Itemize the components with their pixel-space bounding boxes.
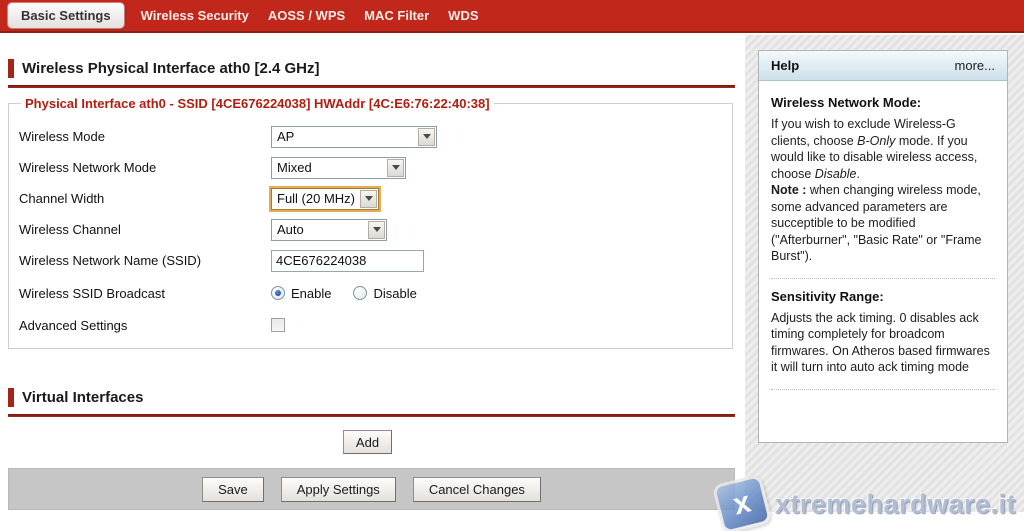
ssid-broadcast-radio-group: Enable Disable bbox=[271, 286, 439, 301]
enable-radio-label[interactable]: Enable bbox=[291, 286, 331, 301]
section-header-virtual-interfaces: Virtual Interfaces bbox=[8, 388, 143, 407]
apply-settings-button[interactable]: Apply Settings bbox=[281, 477, 396, 502]
wireless-mode-label: Wireless Mode bbox=[19, 129, 271, 144]
help-more-link[interactable]: more... bbox=[955, 58, 995, 73]
help-divider bbox=[771, 389, 995, 390]
add-button-container: Add bbox=[0, 430, 735, 454]
channel-width-value: Full (20 MHz) bbox=[272, 191, 355, 206]
wireless-channel-label: Wireless Channel bbox=[19, 222, 271, 237]
ssid-row: Wireless Network Name (SSID) bbox=[19, 245, 732, 276]
help-note-label: Note : bbox=[771, 183, 806, 197]
help-topic2-heading: Sensitivity Range: bbox=[771, 289, 995, 304]
top-nav-bar: Basic Settings Wireless Security AOSS / … bbox=[0, 0, 1024, 33]
help-panel: Help more... Wireless Network Mode: If y… bbox=[758, 50, 1008, 443]
red-accent-bar bbox=[8, 59, 14, 78]
chevron-down-icon bbox=[368, 221, 385, 239]
help-panel-header: Help more... bbox=[759, 51, 1007, 81]
channel-width-row: Channel Width Full (20 MHz) bbox=[19, 183, 732, 214]
tab-basic-settings[interactable]: Basic Settings bbox=[8, 3, 124, 28]
tab-wireless-security[interactable]: Wireless Security bbox=[139, 3, 251, 28]
wireless-network-mode-select[interactable]: Mixed bbox=[271, 157, 406, 179]
help-title: Help bbox=[771, 58, 799, 73]
help-topic1-heading: Wireless Network Mode: bbox=[771, 95, 995, 110]
fieldset-legend: Physical Interface ath0 - SSID [4CE67622… bbox=[21, 96, 494, 111]
section-divider bbox=[8, 414, 735, 417]
channel-width-select[interactable]: Full (20 MHz) bbox=[271, 188, 379, 210]
help-topic2-text: Adjusts the ack timing. 0 disables ack t… bbox=[771, 310, 995, 376]
wireless-mode-select[interactable]: AP bbox=[271, 126, 437, 148]
wireless-channel-row: Wireless Channel Auto bbox=[19, 214, 732, 245]
wireless-network-mode-value: Mixed bbox=[272, 160, 312, 175]
router-config-page: Basic Settings Wireless Security AOSS / … bbox=[0, 0, 1024, 531]
chevron-down-icon bbox=[418, 128, 435, 146]
red-accent-bar bbox=[8, 388, 14, 407]
tab-wds[interactable]: WDS bbox=[446, 3, 480, 28]
advanced-settings-label: Advanced Settings bbox=[19, 318, 271, 333]
wireless-channel-value: Auto bbox=[272, 222, 304, 237]
wireless-mode-value: AP bbox=[272, 129, 294, 144]
actions-bar: Save Apply Settings Cancel Changes bbox=[8, 468, 735, 510]
physical-interface-fieldset: Physical Interface ath0 - SSID [4CE67622… bbox=[8, 96, 733, 349]
tab-mac-filter[interactable]: MAC Filter bbox=[362, 3, 431, 28]
main-content: Wireless Physical Interface ath0 [2.4 GH… bbox=[0, 35, 745, 531]
add-button[interactable]: Add bbox=[343, 430, 392, 454]
help-text-em: Disable bbox=[815, 167, 857, 181]
help-divider bbox=[771, 278, 995, 279]
advanced-settings-checkbox[interactable] bbox=[271, 318, 285, 332]
wireless-network-mode-row: Wireless Network Mode Mixed bbox=[19, 152, 732, 183]
wireless-mode-row: Wireless Mode AP bbox=[19, 121, 732, 152]
save-button[interactable]: Save bbox=[202, 477, 264, 502]
tab-aoss-wps[interactable]: AOSS / WPS bbox=[266, 3, 347, 28]
disable-radio[interactable] bbox=[353, 286, 367, 300]
chevron-down-icon bbox=[360, 190, 377, 208]
advanced-settings-row: Advanced Settings bbox=[19, 310, 732, 340]
ssid-input[interactable] bbox=[271, 250, 424, 272]
cancel-changes-button[interactable]: Cancel Changes bbox=[413, 477, 541, 502]
page-title: Wireless Physical Interface ath0 [2.4 GH… bbox=[22, 60, 320, 77]
ssid-broadcast-row: Wireless SSID Broadcast Enable Disable bbox=[19, 276, 732, 310]
watermark: x xtremehardware.it bbox=[717, 479, 1016, 529]
help-text-em: B-Only bbox=[857, 134, 895, 148]
section-divider bbox=[8, 85, 735, 88]
chevron-down-icon bbox=[387, 159, 404, 177]
ssid-label: Wireless Network Name (SSID) bbox=[19, 253, 271, 268]
watermark-text: xtremehardware.it bbox=[775, 489, 1016, 520]
help-panel-body: Wireless Network Mode: If you wish to ex… bbox=[759, 81, 1007, 410]
wireless-channel-select[interactable]: Auto bbox=[271, 219, 387, 241]
ssid-broadcast-label: Wireless SSID Broadcast bbox=[19, 286, 271, 301]
help-topic1-text: If you wish to exclude Wireless-G client… bbox=[771, 116, 995, 265]
channel-width-label: Channel Width bbox=[19, 191, 271, 206]
help-text: . bbox=[856, 167, 859, 181]
virtual-interfaces-title: Virtual Interfaces bbox=[22, 389, 143, 406]
disable-radio-label[interactable]: Disable bbox=[373, 286, 416, 301]
x-logo-icon: x bbox=[712, 474, 773, 531]
enable-radio[interactable] bbox=[271, 286, 285, 300]
section-header-physical-interface: Wireless Physical Interface ath0 [2.4 GH… bbox=[8, 59, 320, 78]
wireless-network-mode-label: Wireless Network Mode bbox=[19, 160, 271, 175]
